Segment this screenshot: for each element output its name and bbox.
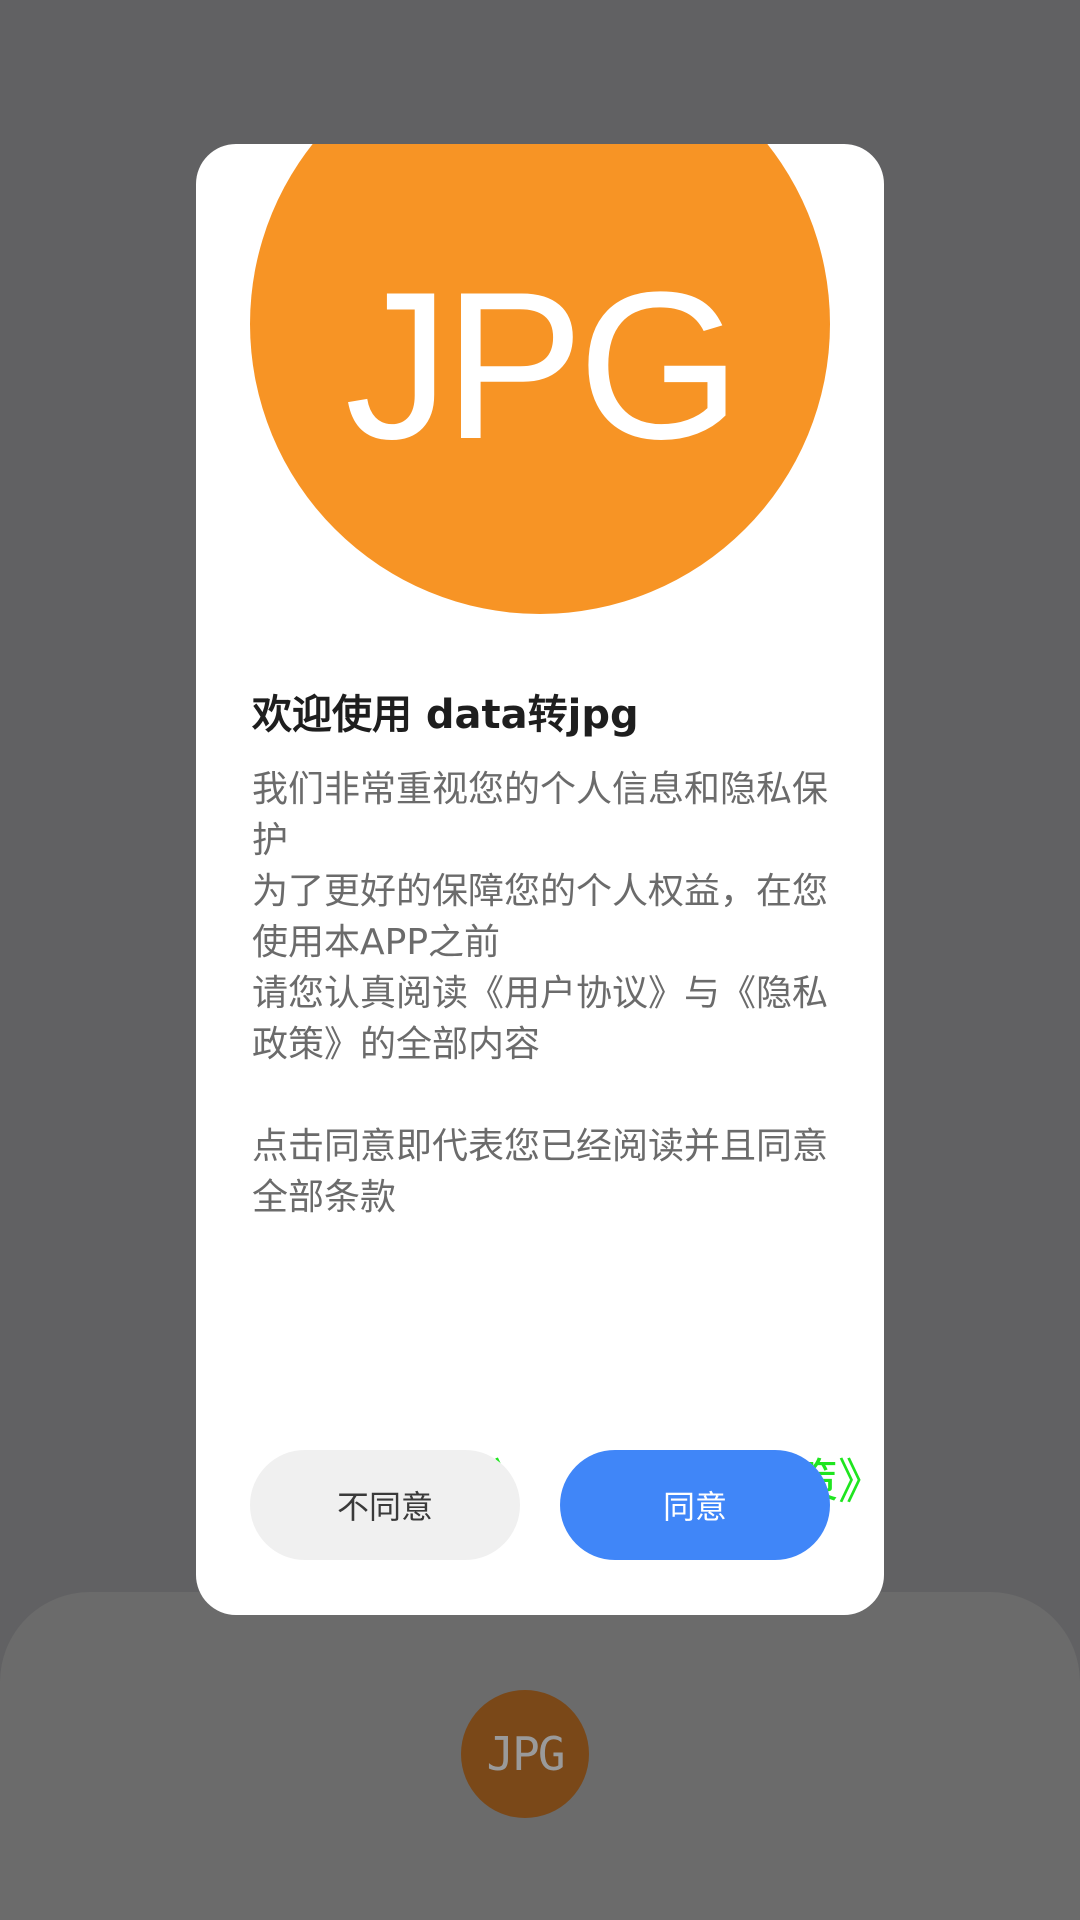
agree-button[interactable]: 同意: [560, 1450, 830, 1560]
hero-logo-text: JPG: [344, 248, 741, 483]
body-paragraph-3: 请您认真阅读《用户协议》与《隐私政策》的全部内容: [252, 973, 829, 1065]
background-app-logo: JPG: [461, 1690, 589, 1818]
body-paragraph-4: 点击同意即代表您已经阅读并且同意全部条款: [252, 1126, 829, 1218]
privacy-dialog: JPG 欢迎使用 data转jpg 我们非常重视您的个人信息和隐私保护 为了更好…: [196, 144, 884, 1615]
body-paragraph-1: 我们非常重视您的个人信息和隐私保护: [252, 769, 829, 861]
dialog-body: 我们非常重视您的个人信息和隐私保护 为了更好的保障您的个人权益，在您使用本APP…: [252, 764, 832, 1223]
dialog-title: 欢迎使用 data转jpg: [252, 692, 639, 738]
disagree-button[interactable]: 不同意: [250, 1450, 520, 1560]
jpg-logo-icon: JPG: [250, 144, 830, 614]
background-logo-text: JPG: [486, 1727, 565, 1781]
body-paragraph-2: 为了更好的保障您的个人权益，在您使用本APP之前: [252, 871, 829, 963]
screen: JPG JPG 欢迎使用 data转jpg 我们非常重视您的个人信息和隐私保护 …: [0, 0, 1080, 1920]
hero-logo-area: JPG: [196, 144, 884, 625]
